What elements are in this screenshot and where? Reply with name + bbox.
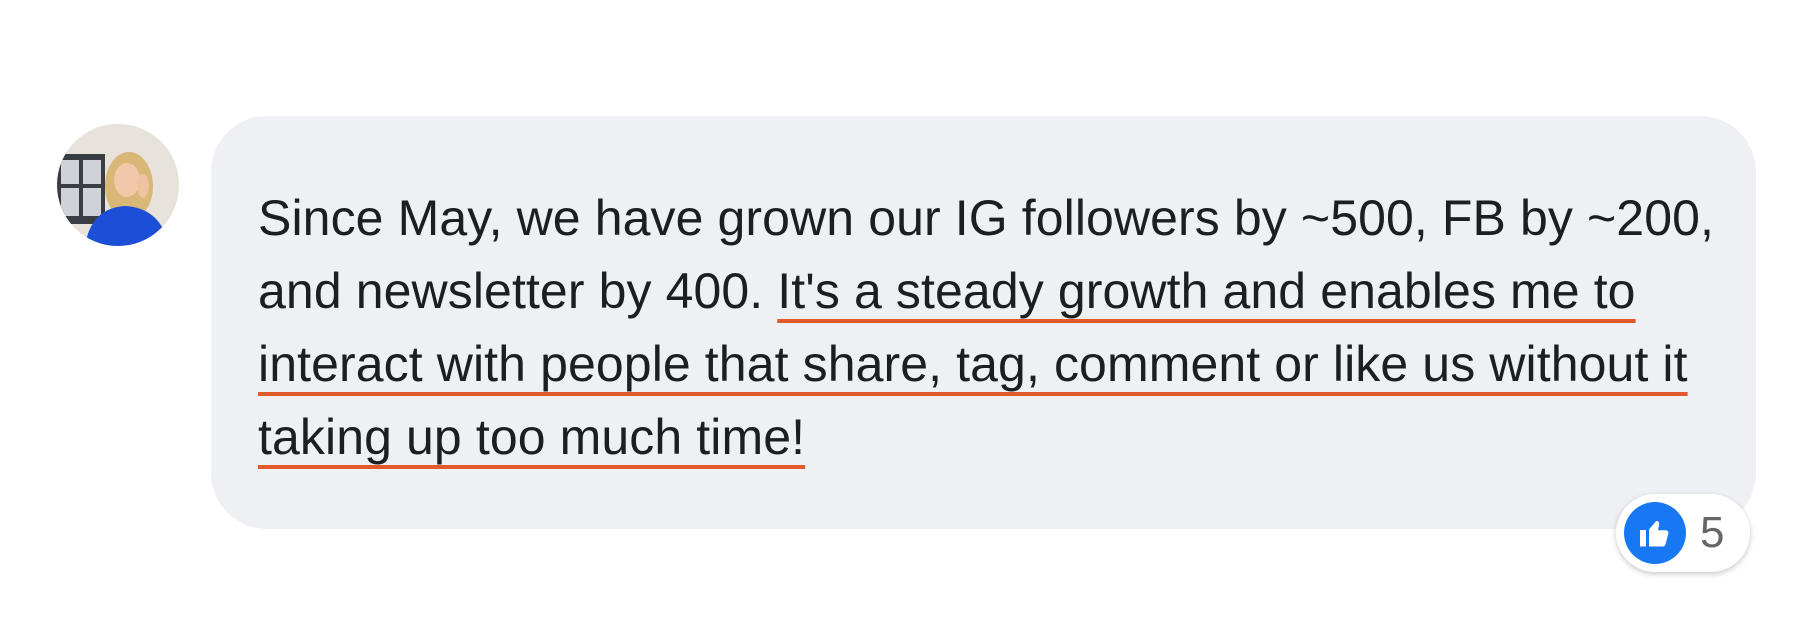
comment-bubble: Since May, we have grown our IG follower…: [211, 116, 1756, 529]
reactions-pill[interactable]: 5: [1616, 494, 1750, 572]
thumbs-up-icon: [1624, 502, 1686, 564]
avatar-photo: [57, 124, 179, 246]
reaction-count: 5: [1700, 508, 1725, 557]
comment-text: Since May, we have grown our IG follower…: [258, 182, 1738, 474]
avatar[interactable]: [57, 124, 179, 246]
